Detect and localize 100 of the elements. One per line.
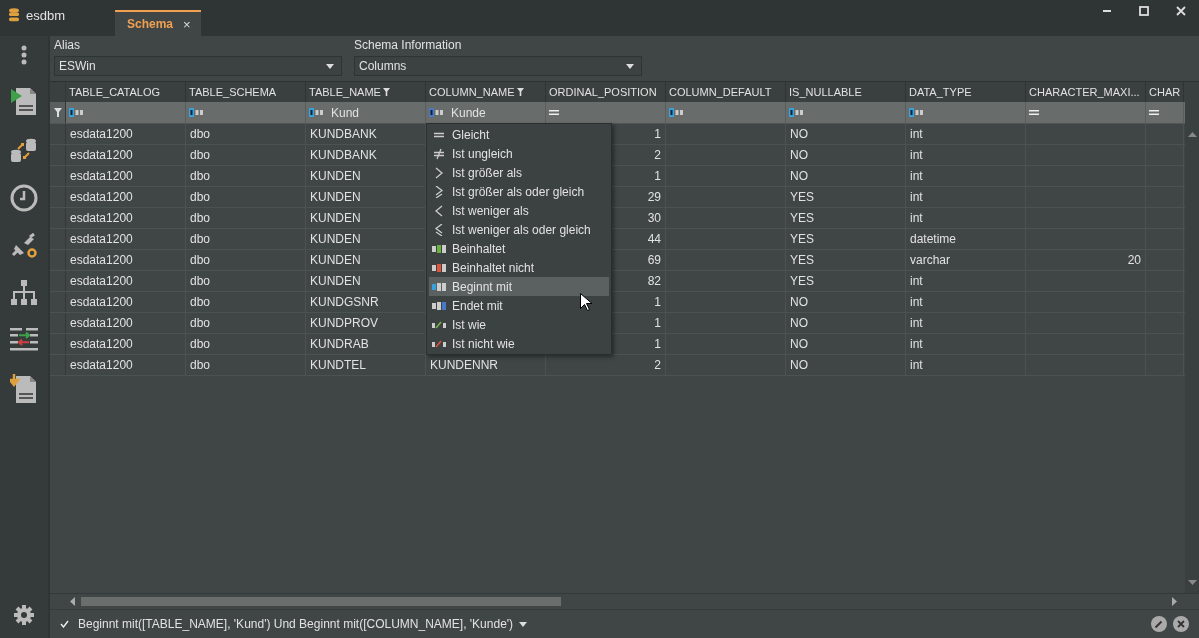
caret-icon[interactable]: [519, 621, 528, 627]
menu-item[interactable]: Ist weniger als oder gleich: [429, 220, 609, 239]
table-cell: 44: [647, 232, 661, 246]
menu-item[interactable]: Beinhaltet: [429, 239, 609, 258]
column-header[interactable]: COLUMN_DEFAULT: [669, 86, 772, 98]
table-cell: esdata1200: [70, 337, 133, 351]
filter-value[interactable]: Kunde: [451, 105, 486, 120]
menu-item[interactable]: Ist größer als oder gleich: [429, 182, 609, 201]
more-icon[interactable]: [21, 45, 27, 65]
table-cell: 82: [647, 274, 661, 288]
scroll-down-icon[interactable]: [1187, 580, 1197, 585]
compare-icon[interactable]: [10, 327, 38, 353]
text-filter-icon[interactable]: [309, 108, 324, 117]
table-cell: esdata1200: [70, 169, 133, 183]
hierarchy-icon[interactable]: [10, 280, 38, 306]
equals-icon[interactable]: [1029, 110, 1039, 115]
settings-icon[interactable]: [13, 604, 35, 626]
tab-close-button[interactable]: ×: [183, 16, 191, 32]
menu-item[interactable]: Ist wie: [429, 315, 609, 334]
table-cell: datetime: [910, 232, 957, 246]
table-cell: 30: [647, 211, 661, 225]
table-cell: int: [910, 127, 923, 141]
table-cell: KUNDRAB: [310, 337, 369, 351]
menu-item[interactable]: Ist größer als: [429, 163, 609, 182]
table-cell: dbo: [190, 169, 211, 183]
equals-icon[interactable]: [1149, 110, 1159, 115]
schema-tab[interactable]: Schema ×: [115, 10, 201, 36]
table-cell: int: [910, 169, 923, 183]
menu-item[interactable]: Endet mit: [429, 296, 609, 315]
table-cell: 20: [1127, 253, 1141, 267]
menu-item[interactable]: Ist weniger als: [429, 201, 609, 220]
text-filter-icon[interactable]: [669, 108, 684, 117]
column-header[interactable]: ORDINAL_POSITION: [549, 86, 657, 98]
sql-download-icon[interactable]: [10, 374, 38, 404]
maximize-icon[interactable]: [1139, 6, 1149, 16]
close-icon[interactable]: [1176, 6, 1186, 16]
field-label: Alias: [54, 38, 81, 52]
table-cell: esdata1200: [70, 211, 133, 225]
table-cell: 1: [654, 337, 661, 351]
menu-item[interactable]: Beinhaltet nicht: [429, 258, 609, 277]
clock-icon[interactable]: [10, 184, 38, 212]
caret-icon: [326, 63, 334, 69]
table-cell: NO: [790, 337, 808, 351]
column-header[interactable]: DATA_TYPE: [909, 86, 972, 98]
text-filter-icon[interactable]: [69, 108, 84, 117]
filter-icon[interactable]: [382, 88, 390, 96]
column-header[interactable]: TABLE_NAME: [309, 86, 381, 98]
table-cell: int: [910, 358, 923, 372]
table-cell: int: [910, 337, 923, 351]
filter-expression[interactable]: Beginnt mit([TABLE_NAME], 'Kund') Und Beginnt mit([COLUMN_NAME], 'Kunde'): [78, 617, 514, 631]
equals-icon[interactable]: [549, 110, 559, 115]
text-filter-icon[interactable]: [909, 108, 924, 117]
table-cell: YES: [790, 253, 814, 267]
table-cell: dbo: [190, 358, 211, 372]
table-cell: YES: [790, 211, 814, 225]
menu-item[interactable]: Beginnt mit: [429, 277, 609, 296]
menu-item[interactable]: Gleicht: [429, 125, 609, 144]
table-cell: int: [910, 190, 923, 204]
column-header[interactable]: TABLE_SCHEMA: [189, 86, 277, 98]
table-cell: int: [910, 274, 923, 288]
dropdown-field[interactable]: Columns: [354, 56, 642, 76]
table-cell: dbo: [190, 274, 211, 288]
table-cell: dbo: [190, 148, 211, 162]
table-cell: int: [910, 148, 923, 162]
table-cell: 29: [647, 190, 661, 204]
text-filter-icon[interactable]: [429, 108, 444, 117]
scroll-left-icon[interactable]: [70, 597, 75, 606]
filter-icon[interactable]: [516, 88, 524, 96]
table-cell: dbo: [190, 316, 211, 330]
table-cell: esdata1200: [70, 232, 133, 246]
database-sync-icon[interactable]: [10, 137, 38, 163]
table-cell: NO: [790, 127, 808, 141]
column-header[interactable]: TABLE_CATALOG: [69, 86, 161, 98]
column-header[interactable]: COLUMN_NAME: [429, 86, 515, 98]
column-header[interactable]: CHARACTER_MAXI...: [1029, 86, 1140, 98]
table-cell: esdata1200: [70, 190, 133, 204]
text-filter-icon[interactable]: [789, 108, 804, 117]
scroll-up-icon[interactable]: [1187, 132, 1197, 137]
table-cell: 1: [654, 316, 661, 330]
table-cell: YES: [790, 274, 814, 288]
table-cell: 1: [654, 169, 661, 183]
table-cell: int: [910, 295, 923, 309]
scrollbar-thumb[interactable]: [81, 597, 561, 606]
menu-item[interactable]: Ist nicht wie: [429, 334, 609, 353]
filter-icon: [53, 108, 62, 117]
clear-icon[interactable]: [1173, 616, 1189, 632]
text-filter-icon[interactable]: [189, 108, 204, 117]
table-cell: dbo: [190, 127, 211, 141]
sql-file-icon[interactable]: [10, 86, 38, 116]
scroll-right-icon[interactable]: [1172, 597, 1177, 606]
filter-value[interactable]: Kund: [331, 105, 360, 120]
column-header[interactable]: CHAR: [1149, 86, 1181, 98]
column-header[interactable]: IS_NULLABLE: [789, 86, 862, 98]
table-cell: KUNDPROV: [310, 316, 378, 330]
dropdown-field[interactable]: ESWin: [54, 56, 342, 76]
table-cell: esdata1200: [70, 358, 133, 372]
menu-item[interactable]: Ist ungleich: [429, 144, 609, 163]
table-cell: KUNDBANK: [310, 127, 377, 141]
edit-icon[interactable]: [1151, 616, 1167, 632]
contains-icon: [431, 242, 447, 255]
